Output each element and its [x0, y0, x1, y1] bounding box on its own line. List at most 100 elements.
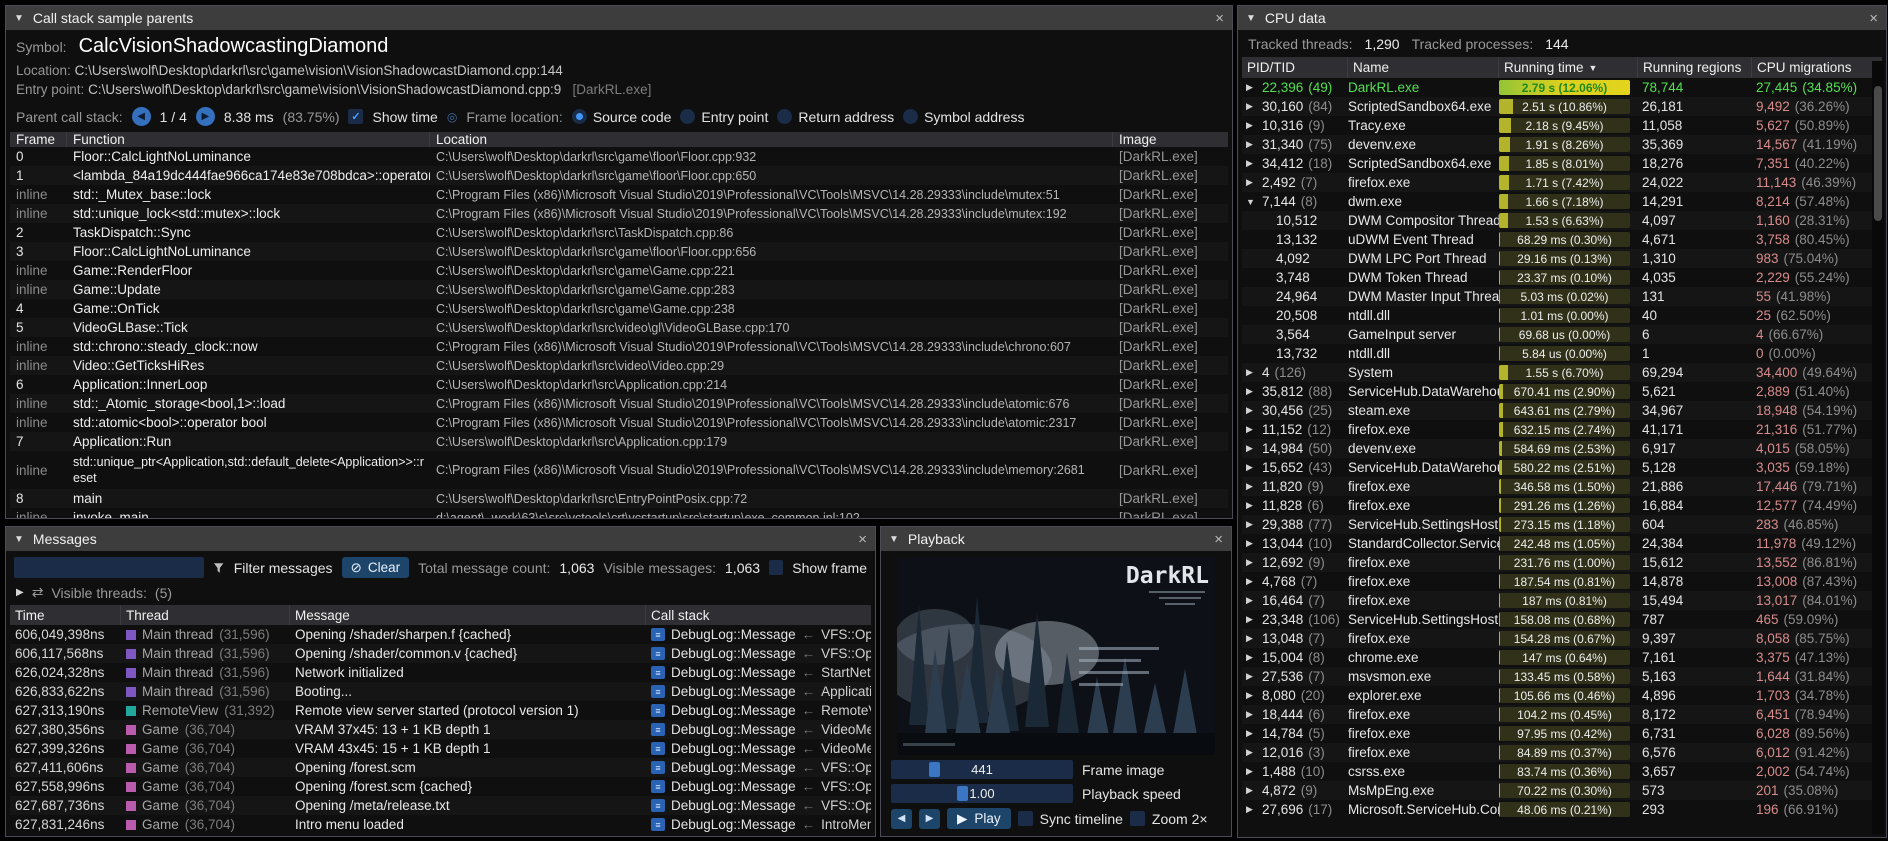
- cpu-process-row[interactable]: ▶30,456(25)steam.exe643.61 ms (2.79%)34,…: [1242, 401, 1882, 420]
- expand-icon[interactable]: ▶: [1246, 386, 1257, 397]
- sync-timeline-checkbox[interactable]: [1018, 811, 1033, 826]
- cpu-thread-row[interactable]: 13,132uDWM Event Thread68.29 ms (0.30%)4…: [1242, 230, 1882, 249]
- message-row[interactable]: 606,117,568nsMain thread(31,596)Opening …: [10, 644, 871, 663]
- callstack-icon[interactable]: ≡: [651, 628, 665, 641]
- show-frame-checkbox[interactable]: [769, 560, 783, 575]
- cpu-process-row[interactable]: ▶11,820(9)firefox.exe346.58 ms (1.50%)21…: [1242, 477, 1882, 496]
- cpu-process-row[interactable]: ▶11,152(12)firefox.exe632.15 ms (2.74%)4…: [1242, 420, 1882, 439]
- cpu-thread-row[interactable]: 20,508ntdll.dll1.01 ms (0.00%)4025(62.50…: [1242, 306, 1882, 325]
- message-row[interactable]: 626,833,622nsMain thread(31,596)Booting.…: [10, 682, 871, 701]
- callstack-row[interactable]: 7Application::RunC:\Users\wolf\Desktop\d…: [10, 432, 1228, 451]
- radio-entry-point[interactable]: [680, 109, 695, 124]
- cpu-process-row[interactable]: ▶14,784(5)firefox.exe97.95 ms (0.42%)6,7…: [1242, 724, 1882, 743]
- message-row[interactable]: 627,399,326nsGame(36,704)VRAM 43x45: 15 …: [10, 739, 871, 758]
- filter-input[interactable]: [14, 557, 204, 578]
- callstack-cell[interactable]: ≡DebugLog::Message←RemoteView::Worker: [646, 703, 871, 718]
- cpu-process-row[interactable]: ▶2,492(7)firefox.exe1.71 s (7.42%)24,022…: [1242, 173, 1882, 192]
- cpu-process-row[interactable]: ▶34,412(18)ScriptedSandbox64.exe1.85 s (…: [1242, 154, 1882, 173]
- callstack-row[interactable]: 2TaskDispatch::SyncC:\Users\wolf\Desktop…: [10, 223, 1228, 242]
- callstack-row[interactable]: 5VideoGLBase::TickC:\Users\wolf\Desktop\…: [10, 318, 1228, 337]
- close-icon[interactable]: ×: [1869, 11, 1878, 26]
- callstack-cell[interactable]: ≡DebugLog::Message←VFS::OpenInternal: [646, 798, 871, 813]
- cpu-process-row[interactable]: ▶10,316(9)Tracy.exe2.18 s (9.45%)11,0585…: [1242, 116, 1882, 135]
- cpu-titlebar[interactable]: ▼ CPU data ×: [1238, 6, 1886, 30]
- cpu-process-row[interactable]: ▶16,464(7)firefox.exe187 ms (0.81%)15,49…: [1242, 591, 1882, 610]
- expand-icon[interactable]: ▶: [1246, 747, 1257, 758]
- cpu-process-row[interactable]: ▶35,812(88)ServiceHub.DataWarehouseHost.…: [1242, 382, 1882, 401]
- radio-return-address[interactable]: [777, 109, 792, 124]
- cpu-process-row[interactable]: ▶18,444(6)firefox.exe104.2 ms (0.45%)8,1…: [1242, 705, 1882, 724]
- column-header-frame[interactable]: Frame: [10, 132, 67, 147]
- message-row[interactable]: 627,313,190nsRemoteView(31,392)Remote vi…: [10, 701, 871, 720]
- column-header-cpu-migrations[interactable]: CPU migrations: [1752, 57, 1882, 78]
- cpu-thread-row[interactable]: 3,748DWM Token Thread23.37 ms (0.10%)4,0…: [1242, 268, 1882, 287]
- callstack-icon[interactable]: ≡: [651, 685, 665, 698]
- clear-button[interactable]: ⊘Clear: [342, 557, 410, 578]
- message-row[interactable]: 627,687,736nsGame(36,704)Opening /meta/r…: [10, 796, 871, 815]
- scrollbar-thumb[interactable]: [1874, 86, 1882, 221]
- cpu-thread-row[interactable]: 3,564GameInput server69.68 us (0.00%)64(…: [1242, 325, 1882, 344]
- close-icon[interactable]: ×: [1214, 532, 1223, 547]
- cpu-process-row[interactable]: ▶13,044(10)StandardCollector.Service.exe…: [1242, 534, 1882, 553]
- close-icon[interactable]: ×: [858, 532, 867, 547]
- column-header-image[interactable]: Image: [1113, 132, 1228, 147]
- expand-icon[interactable]: ▶: [1246, 139, 1257, 150]
- callstack-row[interactable]: 6Application::InnerLoopC:\Users\wolf\Des…: [10, 375, 1228, 394]
- callstack-cell[interactable]: ≡DebugLog::Message←VideoMemory::Alloc: [646, 722, 871, 737]
- expand-icon[interactable]: ▶: [1246, 367, 1257, 378]
- zoom-2x-checkbox[interactable]: [1130, 811, 1145, 826]
- expand-icon[interactable]: ▶: [1246, 443, 1257, 454]
- cpu-process-row[interactable]: ▶23,348(106)ServiceHub.SettingsHost.exe1…: [1242, 610, 1882, 629]
- expand-icon[interactable]: ▶: [1246, 500, 1257, 511]
- expand-icon[interactable]: ▶: [1246, 728, 1257, 739]
- message-row[interactable]: 627,558,996nsGame(36,704)Opening /forest…: [10, 777, 871, 796]
- expand-icon[interactable]: ▶: [1246, 671, 1257, 682]
- expand-icon[interactable]: ▶: [1246, 405, 1257, 416]
- cpu-process-row[interactable]: ▶30,160(84)ScriptedSandbox64.exe2.51 s (…: [1242, 97, 1882, 116]
- expand-icon[interactable]: ▶: [1246, 120, 1257, 131]
- expand-icon[interactable]: ▶: [1246, 177, 1257, 188]
- expand-icon[interactable]: ▶: [1246, 576, 1257, 587]
- column-header-pid-tid[interactable]: PID/TID: [1242, 57, 1348, 78]
- column-header-function[interactable]: Function: [67, 132, 430, 147]
- expand-icon[interactable]: ▶: [1246, 481, 1257, 492]
- cpu-process-row[interactable]: ▶4,768(7)firefox.exe187.54 ms (0.81%)14,…: [1242, 572, 1882, 591]
- cpu-thread-row[interactable]: 24,964DWM Master Input Thread5.03 ms (0.…: [1242, 287, 1882, 306]
- callstack-row[interactable]: 4Game::OnTickC:\Users\wolf\Desktop\darkr…: [10, 299, 1228, 318]
- cpu-process-row[interactable]: ▶12,692(9)firefox.exe231.76 ms (1.00%)15…: [1242, 553, 1882, 572]
- callstack-cell[interactable]: ≡DebugLog::Message←VFS::OpenInternal: [646, 627, 871, 642]
- next-callstack-button[interactable]: ▶: [196, 107, 215, 126]
- cpu-process-row[interactable]: ▶15,004(8)chrome.exe147 ms (0.64%)7,1613…: [1242, 648, 1882, 667]
- message-row[interactable]: 626,024,328nsMain thread(31,596)Network …: [10, 663, 871, 682]
- vertical-scrollbar[interactable]: [1872, 61, 1884, 834]
- collapse-icon[interactable]: ▼: [14, 13, 24, 24]
- callstack-cell[interactable]: ≡DebugLog::Message←VFS::OpenInternal: [646, 646, 871, 661]
- callstack-icon[interactable]: ≡: [651, 818, 665, 831]
- expand-icon[interactable]: ▶: [1246, 709, 1257, 720]
- callstack-cell[interactable]: ≡DebugLog::Message←IntroMenu::IntroMenu: [646, 817, 871, 832]
- cpu-process-row[interactable]: ▶13,048(7)firefox.exe154.28 ms (0.67%)9,…: [1242, 629, 1882, 648]
- show-time-checkbox[interactable]: ✓: [348, 109, 363, 124]
- callstack-row[interactable]: inlinestd::chrono::steady_clock::nowC:\P…: [10, 337, 1228, 356]
- column-header-location[interactable]: Location: [430, 132, 1113, 147]
- expand-icon[interactable]: ▶: [1246, 538, 1257, 549]
- callstack-cell[interactable]: ≡DebugLog::Message←VFS::OpenInternal: [646, 760, 871, 775]
- cpu-process-row[interactable]: ▶15,652(43)ServiceHub.DataWarehouseHost.…: [1242, 458, 1882, 477]
- callstack-cell[interactable]: ≡DebugLog::Message←VFS::OpenInternal: [646, 779, 871, 794]
- callstack-row[interactable]: inlineinvoke_maind:\agent\_work\63\s\src…: [10, 508, 1228, 519]
- cpu-process-row[interactable]: ▶22,396(49)DarkRL.exe2.79 s (12.06%)78,7…: [1242, 78, 1882, 97]
- cpu-process-row[interactable]: ▶4(126)System1.55 s (6.70%)69,29434,400(…: [1242, 363, 1882, 382]
- column-header-callstack[interactable]: Call stack: [646, 605, 871, 625]
- callstack-icon[interactable]: ≡: [651, 742, 665, 755]
- expand-icon[interactable]: ▶: [1246, 785, 1257, 796]
- callstack-row[interactable]: inlineVideo::GetTicksHiResC:\Users\wolf\…: [10, 356, 1228, 375]
- callstack-row[interactable]: inlineGame::RenderFloorC:\Users\wolf\Des…: [10, 261, 1228, 280]
- column-header-thread[interactable]: Thread: [121, 605, 290, 625]
- cpu-process-row[interactable]: ▶4,872(9)MsMpEng.exe70.22 ms (0.30%)5732…: [1242, 781, 1882, 800]
- callstack-cell[interactable]: ≡DebugLog::Message←StartNetworking: [646, 665, 871, 680]
- callstack-icon[interactable]: ≡: [651, 780, 665, 793]
- prev-frame-button[interactable]: ◀: [891, 809, 912, 829]
- callstack-row[interactable]: 0Floor::CalcLightNoLuminanceC:\Users\wol…: [10, 147, 1228, 166]
- cpu-process-row[interactable]: ▶27,536(7)msvsmon.exe133.45 ms (0.58%)5,…: [1242, 667, 1882, 686]
- collapse-icon[interactable]: ▼: [14, 534, 24, 545]
